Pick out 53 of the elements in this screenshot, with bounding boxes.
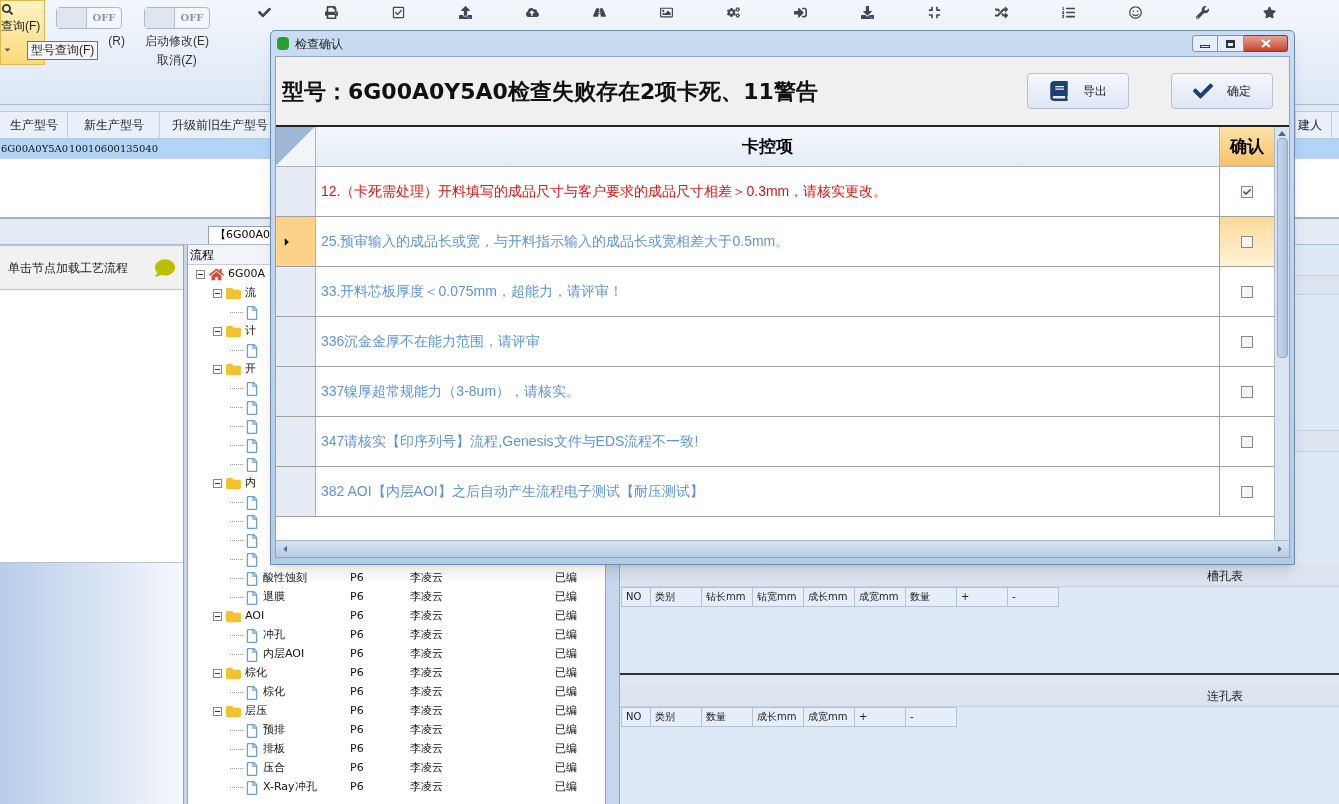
tooltip: 型号查询(F) <box>27 41 99 60</box>
tree-cell-text: 李凌云 <box>409 722 444 739</box>
tree-cell-text: P6 <box>349 779 365 796</box>
tree-cell-text: 李凌云 <box>409 684 444 701</box>
tree-cell-text: P6 <box>349 589 365 606</box>
toggle-label: 取消(Z) <box>157 52 197 69</box>
tree-cell-text: 已编 <box>554 608 578 625</box>
tree-cell-text: 已编 <box>554 684 578 701</box>
table-cell-text: 10010600135040 <box>68 142 160 156</box>
tree-cell-text: P6 <box>349 608 365 625</box>
check-item-text: 33.开料芯板厚度＜0.075mm，超能力，请评审！ <box>316 267 1220 316</box>
tree-cell-text: P6 <box>349 703 365 720</box>
tree-cell-text: 李凌云 <box>409 760 444 777</box>
tree-cell-text: 李凌云 <box>409 779 444 796</box>
tree-cell-text: 李凌云 <box>409 608 444 625</box>
tree-cell-text: P6 <box>349 741 365 758</box>
tree-cell-text: 已编 <box>554 646 578 663</box>
tree-cell-text: P6 <box>349 646 365 663</box>
tree-cell-text: 李凌云 <box>409 589 444 606</box>
tree-cell-text: 已编 <box>554 703 578 720</box>
tree-cell-text: 已编 <box>554 760 578 777</box>
tree-cell-text: 已编 <box>554 570 578 587</box>
dialog-title: 检查确认 <box>295 35 343 53</box>
tree-cell-text: P6 <box>349 722 365 739</box>
panel-title: 单击节点加载工艺流程 <box>8 259 128 277</box>
toggle-label: (R) <box>108 33 125 50</box>
tree-cell-text: 李凌云 <box>409 703 444 720</box>
tree-cell-text: P6 <box>349 627 365 644</box>
tree-cell-text: P6 <box>349 684 365 701</box>
tree-cell-text: 已编 <box>554 741 578 758</box>
check-item-text: 12.（卡死需处理）开料填写的成品尺寸与客户要求的成品尺寸相差＞0.3mm，请核实更改。 <box>316 167 1220 216</box>
section-title: 槽孔表 <box>1207 567 1243 585</box>
check-item-text: 382 AOI【内层AOI】之后自动产生流程电子测试【耐压测试】 <box>316 467 1220 516</box>
tree-cell-text: 李凌云 <box>409 665 444 682</box>
tree-cell-text: 李凌云 <box>409 627 444 644</box>
section-title: 连孔表 <box>1207 687 1243 705</box>
tree-cell-text: 已编 <box>554 722 578 739</box>
tree-cell-text: P6 <box>349 665 365 682</box>
tree-cell-text: 李凌云 <box>409 646 444 663</box>
tree-cell-text: 已编 <box>554 665 578 682</box>
toggle-label: 启动修改(E) <box>145 33 209 50</box>
tree-cell-text: P6 <box>349 760 365 777</box>
tree-cell-text: 已编 <box>554 627 578 644</box>
check-item-text: 347请核实【印序列号】流程,Genesis文件与EDS流程不一致! <box>316 417 1220 466</box>
dialog-heading: 型号：6G00A0Y5A0检查失败存在2项卡死、11警告 <box>282 77 818 106</box>
tree-cell-text: 李凌云 <box>409 570 444 587</box>
table-cell-text: 6G00A0Y5A0 <box>0 142 68 156</box>
check-item-text: 336沉金金厚不在能力范围，请评审 <box>316 317 1220 366</box>
tree-cell-text: 已编 <box>554 589 578 606</box>
tree-cell-text: 李凌云 <box>409 741 444 758</box>
tree-cell-text: P6 <box>349 570 365 587</box>
check-item-text: 337镍厚超常规能力（3-8um），请核实。 <box>316 367 1220 416</box>
tree-cell-text: 已编 <box>554 779 578 796</box>
